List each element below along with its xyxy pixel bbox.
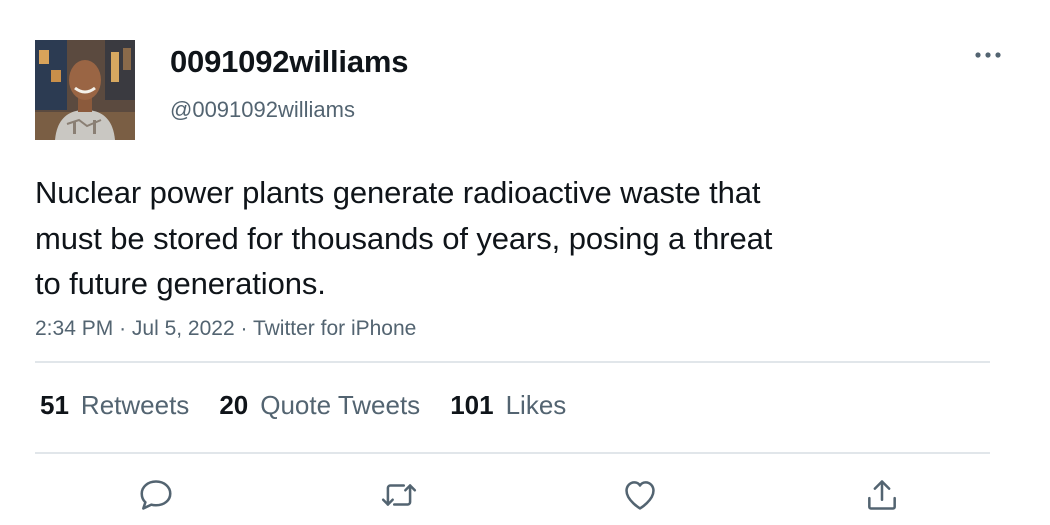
retweets-stat[interactable]: 51 Retweets bbox=[40, 390, 189, 421]
tweet-text-line: to future generations. bbox=[35, 266, 326, 301]
tweet-text-line: Nuclear power plants generate radioactiv… bbox=[35, 175, 761, 210]
meta-separator: · bbox=[119, 317, 132, 340]
more-options-button[interactable] bbox=[968, 40, 1008, 70]
likes-label: Likes bbox=[505, 389, 567, 420]
heart-icon bbox=[625, 481, 655, 510]
divider bbox=[35, 452, 990, 454]
profile-photo-icon bbox=[35, 40, 135, 140]
avatar[interactable] bbox=[35, 40, 135, 140]
retweet-button[interactable] bbox=[374, 470, 424, 520]
likes-count: 101 bbox=[450, 389, 494, 420]
retweets-count: 51 bbox=[40, 389, 69, 420]
more-dots-icon bbox=[975, 52, 1001, 58]
quote-tweets-label: Quote Tweets bbox=[260, 389, 421, 420]
reply-button[interactable] bbox=[131, 470, 181, 520]
likes-stat[interactable]: 101 Likes bbox=[450, 390, 566, 421]
tweet-source[interactable]: Twitter for iPhone bbox=[253, 317, 416, 340]
share-button[interactable] bbox=[857, 470, 907, 520]
tweet-detail: 0091092williams @0091092williams Nuclear… bbox=[0, 0, 1050, 525]
share-icon bbox=[868, 480, 896, 510]
divider bbox=[35, 361, 990, 363]
retweet-icon bbox=[381, 484, 417, 506]
quote-tweets-stat[interactable]: 20 Quote Tweets bbox=[219, 390, 420, 421]
tweet-date[interactable]: Jul 5, 2022 bbox=[132, 317, 235, 340]
display-name[interactable]: 0091092williams bbox=[170, 44, 408, 80]
tweet-time[interactable]: 2:34 PM bbox=[35, 317, 113, 340]
action-bar bbox=[0, 470, 1050, 520]
tweet-text-line: must be stored for thousands of years, p… bbox=[35, 220, 773, 256]
tweet-text: Nuclear power plants generate radioactiv… bbox=[35, 170, 935, 307]
like-button[interactable] bbox=[615, 470, 665, 520]
user-handle[interactable]: @0091092williams bbox=[170, 97, 355, 123]
engagement-stats: 51 Retweets 20 Quote Tweets 101 Likes bbox=[40, 388, 596, 422]
meta-separator: · bbox=[240, 317, 253, 340]
quote-tweets-count: 20 bbox=[219, 389, 249, 420]
retweets-label: Retweets bbox=[80, 389, 190, 420]
reply-icon bbox=[140, 480, 172, 510]
tweet-metadata: 2:34 PM · Jul 5, 2022 · Twitter for iPho… bbox=[35, 317, 416, 341]
